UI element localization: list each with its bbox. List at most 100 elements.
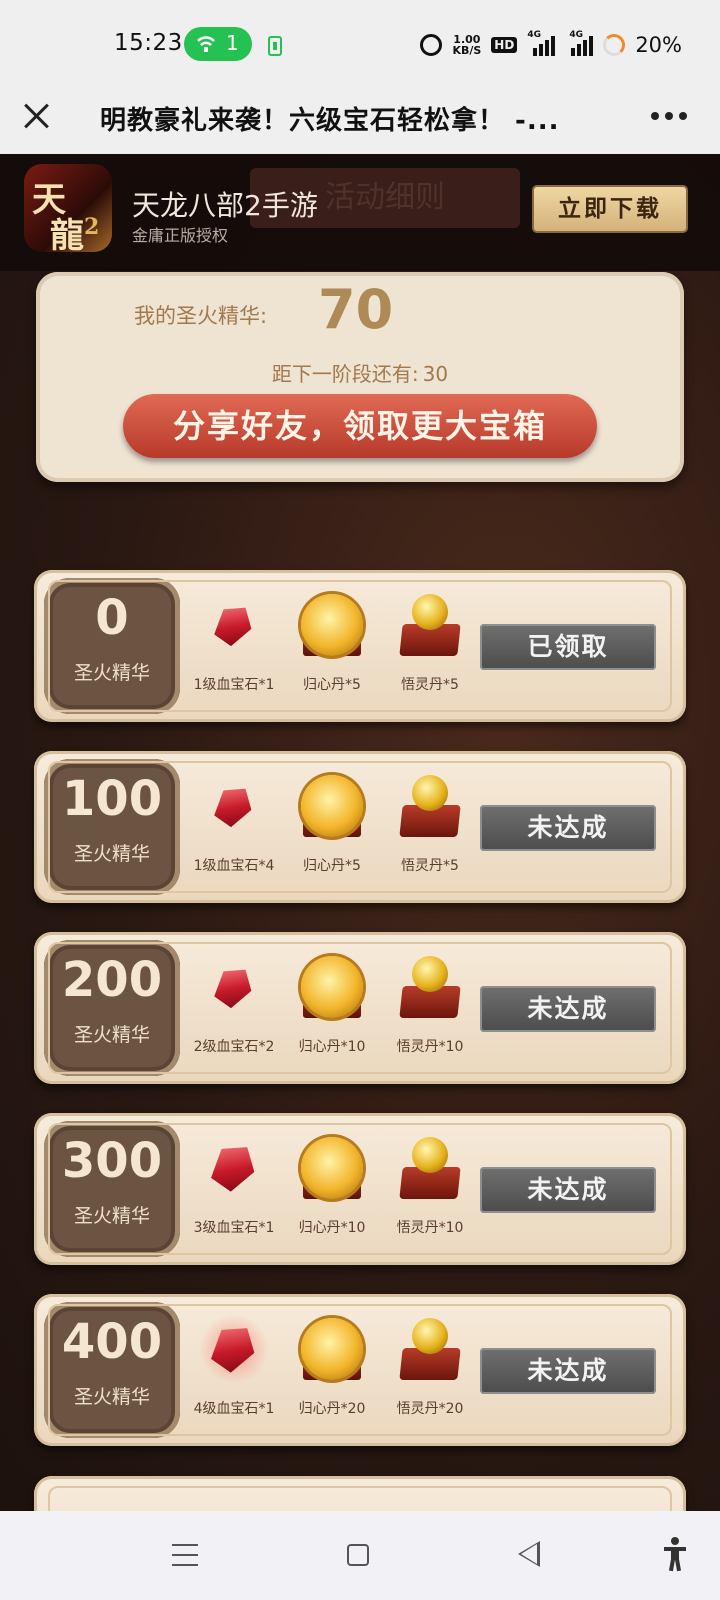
reward-label: 归心丹*20 bbox=[298, 1401, 366, 1417]
menu-icon[interactable] bbox=[172, 1544, 198, 1566]
tier-threshold: 400 bbox=[61, 1314, 163, 1370]
reward-label: 4级血宝石*1 bbox=[193, 1401, 275, 1417]
reward-item: 归心丹*10 bbox=[282, 1133, 382, 1237]
reward-label: 悟灵丹*10 bbox=[396, 1220, 464, 1236]
reward-item: 归心丹*10 bbox=[282, 952, 382, 1056]
hotspot-icon bbox=[197, 36, 215, 52]
tier-badge: 300 圣火精华 bbox=[44, 1121, 180, 1257]
tier-badge: 100 圣火精华 bbox=[44, 759, 180, 895]
back-icon[interactable] bbox=[518, 1541, 540, 1567]
tier-threshold: 300 bbox=[61, 1133, 163, 1189]
reward-label: 归心丹*5 bbox=[303, 858, 361, 874]
essence-value: 70 bbox=[318, 278, 394, 341]
signal-icon-2: 4G bbox=[565, 30, 594, 56]
network-speed: 1.00 KB/S bbox=[452, 33, 482, 57]
tier-badge: 200 圣火精华 bbox=[44, 940, 180, 1076]
tier-unit: 圣火精华 bbox=[73, 843, 150, 865]
wuling-pill-icon bbox=[395, 1133, 465, 1203]
reward-label: 3级血宝石*1 bbox=[193, 1220, 275, 1236]
claim-status-button[interactable]: 未达成 bbox=[480, 805, 656, 851]
claim-status-button[interactable]: 未达成 bbox=[480, 1167, 656, 1213]
more-icon[interactable] bbox=[651, 112, 687, 122]
reward-label: 2级血宝石*2 bbox=[193, 1039, 275, 1055]
share-button[interactable]: 分享好友，领取更大宝箱 bbox=[123, 394, 597, 458]
app-logo-icon: 天 龍 2 bbox=[24, 164, 112, 252]
reward-label: 悟灵丹*10 bbox=[396, 1039, 464, 1055]
reward-item: 2级血宝石*2 bbox=[184, 952, 284, 1056]
next-stage-text: 距下一阶段还有: 30 bbox=[271, 362, 449, 386]
app-name: 天龙八部2手游 bbox=[132, 189, 318, 222]
reward-label: 悟灵丹*5 bbox=[401, 677, 459, 693]
wuling-pill-icon bbox=[395, 1314, 465, 1384]
reward-label: 悟灵丹*5 bbox=[401, 858, 459, 874]
blood-gem-icon bbox=[199, 1314, 269, 1384]
claim-status-button[interactable]: 已领取 bbox=[480, 624, 656, 670]
reward-label: 归心丹*5 bbox=[303, 677, 361, 693]
home-icon[interactable] bbox=[347, 1544, 369, 1566]
alarm-icon bbox=[420, 34, 443, 56]
tier-card: 200 圣火精华 2级血宝石*2 归心丹*10 悟灵丹*10 未达成 bbox=[34, 932, 686, 1084]
battery-percent: 20% bbox=[635, 33, 682, 57]
tier-card: 400 圣火精华 4级血宝石*1 归心丹*20 悟灵丹*20 未达成 bbox=[34, 1294, 686, 1446]
reward-item: 归心丹*20 bbox=[282, 1314, 382, 1418]
download-button[interactable]: 立即下载 bbox=[532, 185, 688, 233]
tier-badge: 0 圣火精华 bbox=[44, 578, 180, 714]
status-bar: 15:23 1 1.00 KB/S HD 4G 4G 20% bbox=[0, 0, 720, 88]
reward-label: 归心丹*10 bbox=[298, 1220, 366, 1236]
reward-item: 悟灵丹*10 bbox=[380, 952, 480, 1056]
reward-label: 1级血宝石*1 bbox=[193, 677, 275, 693]
reward-item: 悟灵丹*10 bbox=[380, 1133, 480, 1237]
reward-item: 1级血宝石*4 bbox=[184, 771, 284, 875]
blood-gem-icon bbox=[199, 590, 269, 660]
app-subtitle: 金庸正版授权 bbox=[132, 226, 229, 245]
blood-gem-icon bbox=[199, 1133, 269, 1203]
system-nav-bar bbox=[0, 1511, 720, 1600]
status-time: 15:23 bbox=[114, 30, 183, 56]
activity-page: 活动细则 天 龍 2 天龙八部2手游 金庸正版授权 立即下载 我的圣火精华: 7… bbox=[0, 154, 720, 1511]
wuling-pill-icon bbox=[395, 771, 465, 841]
hd-icon: HD bbox=[491, 37, 518, 53]
status-right: 1.00 KB/S HD 4G 4G 20% bbox=[420, 28, 682, 62]
reward-label: 1级血宝石*4 bbox=[193, 858, 275, 874]
claim-status-button[interactable]: 未达成 bbox=[480, 1348, 656, 1394]
wuling-pill-icon bbox=[395, 952, 465, 1022]
accessibility-icon[interactable] bbox=[662, 1537, 688, 1572]
essence-label: 我的圣火精华: bbox=[134, 304, 268, 328]
tier-card: 100 圣火精华 1级血宝石*4 归心丹*5 悟灵丹*5 未达成 bbox=[34, 751, 686, 903]
reward-item: 悟灵丹*5 bbox=[380, 771, 480, 875]
tier-card-partial bbox=[34, 1476, 686, 1511]
guixin-pill-icon bbox=[297, 590, 367, 660]
reward-item: 归心丹*5 bbox=[282, 590, 382, 694]
tier-card: 300 圣火精华 3级血宝石*1 归心丹*10 悟灵丹*10 未达成 bbox=[34, 1113, 686, 1265]
charging-icon bbox=[268, 36, 282, 56]
tier-unit: 圣火精华 bbox=[73, 662, 150, 684]
reward-item: 4级血宝石*1 bbox=[184, 1314, 284, 1418]
guixin-pill-icon bbox=[297, 1314, 367, 1384]
tier-unit: 圣火精华 bbox=[73, 1386, 150, 1408]
blood-gem-icon bbox=[199, 952, 269, 1022]
tier-card: 0 圣火精华 1级血宝石*1 归心丹*5 悟灵丹*5 已领取 bbox=[34, 570, 686, 722]
battery-ring-icon bbox=[603, 34, 626, 56]
reward-item: 归心丹*5 bbox=[282, 771, 382, 875]
tier-threshold: 100 bbox=[61, 771, 163, 827]
tier-unit: 圣火精华 bbox=[73, 1205, 150, 1227]
reward-item: 3级血宝石*1 bbox=[184, 1133, 284, 1237]
essence-summary-card: 我的圣火精华: 70 距下一阶段还有: 30 分享好友，领取更大宝箱 bbox=[36, 272, 684, 482]
hotspot-pill: 1 bbox=[184, 27, 252, 61]
hotspot-count: 1 bbox=[226, 31, 239, 55]
guixin-pill-icon bbox=[297, 952, 367, 1022]
guixin-pill-icon bbox=[297, 771, 367, 841]
claim-status-button[interactable]: 未达成 bbox=[480, 986, 656, 1032]
title-bar: 明教豪礼来袭！六级宝石轻松拿！ -... bbox=[0, 88, 720, 154]
reward-item: 悟灵丹*5 bbox=[380, 590, 480, 694]
guixin-pill-icon bbox=[297, 1133, 367, 1203]
close-icon[interactable] bbox=[22, 102, 50, 130]
tier-badge: 400 圣火精华 bbox=[44, 1302, 180, 1438]
tier-threshold: 0 bbox=[95, 590, 129, 646]
blood-gem-icon bbox=[199, 771, 269, 841]
reward-label: 归心丹*10 bbox=[298, 1039, 366, 1055]
wuling-pill-icon bbox=[395, 590, 465, 660]
tier-threshold: 200 bbox=[61, 952, 163, 1008]
reward-item: 悟灵丹*20 bbox=[380, 1314, 480, 1418]
reward-item: 1级血宝石*1 bbox=[184, 590, 284, 694]
